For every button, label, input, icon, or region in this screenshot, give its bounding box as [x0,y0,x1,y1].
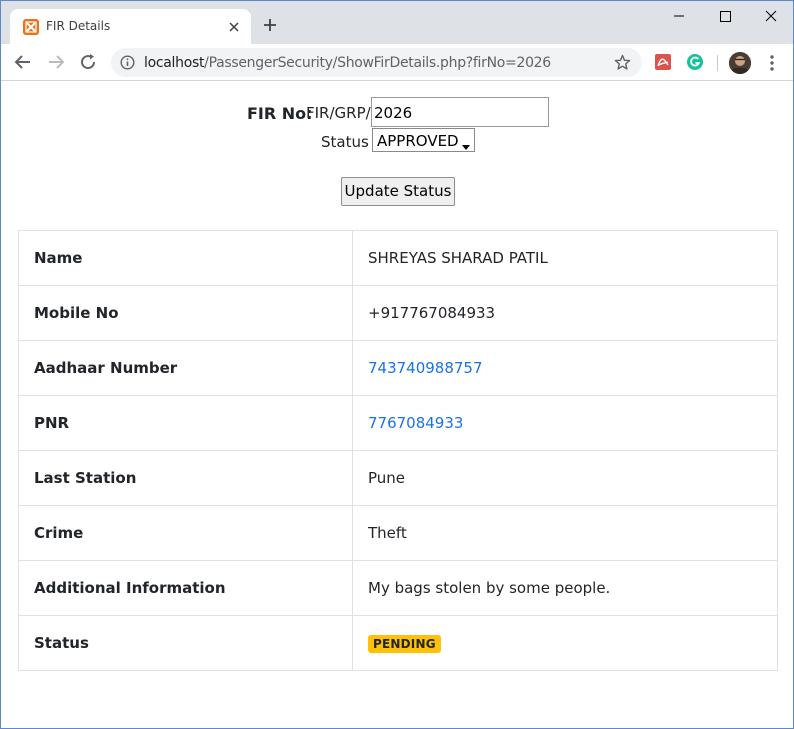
row-value-name: SHREYAS SHARAD PATIL [352,230,778,286]
row-value-crime: Theft [352,505,778,561]
row-value-additional-info: My bags stolen by some people. [352,560,778,616]
tab-strip: FIR Details [1,1,793,44]
row-key-mobile: Mobile No [18,285,353,341]
fir-number-row: FIR No: FIR/GRP/ 2026 [1,97,793,127]
table-row: Status PENDING [18,615,778,671]
status-select-value: APPROVED [377,132,459,150]
table-row: Additional Information My bags stolen by… [18,560,778,616]
table-row: Mobile No +917767084933 [18,285,778,341]
url-text[interactable]: localhost/PassengerSecurity/ShowFirDetai… [144,55,551,71]
pdf-extension-icon[interactable] [654,53,672,71]
aadhaar-number-link[interactable]: 743740988757 [352,340,778,396]
toolbar-divider [717,55,718,71]
row-key-aadhaar: Aadhaar Number [18,340,353,396]
status-row: Status : APPROVED [1,128,793,152]
row-key-last-station: Last Station [18,450,353,506]
fir-number-prefix: FIR/GRP/ [306,104,371,122]
table-row: Last Station Pune [18,450,778,506]
window-close-icon[interactable] [748,1,793,31]
address-bar[interactable]: localhost/PassengerSecurity/ShowFirDetai… [111,48,642,77]
browser-toolbar: localhost/PassengerSecurity/ShowFirDetai… [1,44,793,81]
url-host: localhost [144,55,205,71]
row-key-name: Name [18,230,353,286]
row-value-last-station: Pune [352,450,778,506]
back-icon[interactable] [14,53,32,71]
row-value-status: PENDING [352,615,778,671]
table-row: Crime Theft [18,505,778,561]
menu-icon[interactable] [767,54,777,72]
reload-icon[interactable] [79,53,97,71]
status-select[interactable]: APPROVED [372,128,475,152]
pnr-link[interactable]: 7767084933 [352,395,778,451]
forward-icon[interactable] [47,53,65,71]
favicon-icon [23,19,39,35]
row-key-pnr: PNR [18,395,353,451]
browser-window: FIR Details localhost/PassengerSecurity/… [0,0,794,729]
close-icon[interactable] [228,20,240,32]
tab-fir-details[interactable]: FIR Details [10,9,251,44]
chevron-down-icon [462,138,470,156]
fir-details-table: Name SHREYAS SHARAD PATIL Mobile No +917… [18,230,778,671]
status-label: Status : [321,133,379,151]
page-content: FIR No: FIR/GRP/ 2026 Status : APPROVED … [1,82,793,728]
update-status-button[interactable]: Update Status [341,177,455,206]
star-icon[interactable] [614,54,631,71]
fir-number-input[interactable]: 2026 [371,97,549,127]
maximize-icon[interactable] [702,1,748,31]
row-key-status: Status [18,615,353,671]
grammarly-icon[interactable] [686,53,704,71]
table-row: Name SHREYAS SHARAD PATIL [18,230,778,286]
table-row: PNR 7767084933 [18,395,778,451]
tab-title: FIR Details [46,19,111,33]
minimize-icon[interactable] [656,1,702,31]
info-icon[interactable] [120,55,135,70]
url-path: /PassengerSecurity/ShowFirDetails.php?fi… [204,55,551,71]
row-key-crime: Crime [18,505,353,561]
status-badge: PENDING [368,634,441,653]
row-key-additional-info: Additional Information [18,560,353,616]
new-tab-icon[interactable] [263,18,277,32]
fir-number-label: FIR No: [247,104,313,123]
table-row: Aadhaar Number 743740988757 [18,340,778,396]
avatar[interactable] [729,52,751,74]
row-value-mobile: +917767084933 [352,285,778,341]
